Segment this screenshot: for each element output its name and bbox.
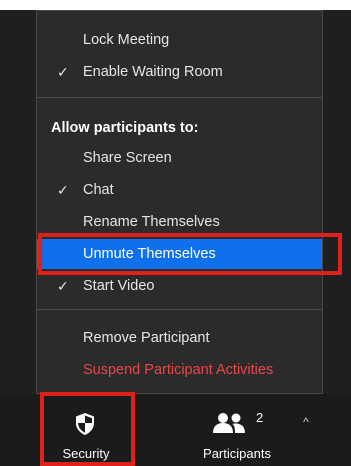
- security-label: Security: [62, 446, 110, 461]
- participants-button[interactable]: 2 Participants: [182, 400, 292, 466]
- suspend-participant-activities-label: Suspend Participant Activities: [83, 362, 274, 378]
- remove-participant-label: Remove Participant: [83, 330, 210, 346]
- checkmark-icon: ✓: [57, 278, 69, 294]
- zoom-security-screenshot: Lock Meeting ✓ Enable Waiting Room Allow…: [0, 0, 351, 466]
- chat-label: Chat: [83, 182, 114, 198]
- lock-meeting-label: Lock Meeting: [83, 32, 170, 48]
- menu-item-enable-waiting-room[interactable]: ✓ Enable Waiting Room: [37, 57, 322, 87]
- start-video-label: Start Video: [83, 278, 155, 294]
- menu-divider: [37, 309, 322, 310]
- security-menu: Lock Meeting ✓ Enable Waiting Room Allow…: [36, 10, 323, 394]
- menu-item-chat[interactable]: ✓ Chat: [37, 175, 322, 205]
- menu-item-share-screen[interactable]: Share Screen: [37, 143, 322, 173]
- menu-divider: [37, 97, 322, 98]
- menu-item-lock-meeting[interactable]: Lock Meeting: [37, 25, 322, 55]
- share-screen-label: Share Screen: [83, 150, 172, 166]
- participants-label: Participants: [203, 446, 271, 461]
- checkmark-icon: ✓: [57, 182, 69, 198]
- shield-icon: [74, 412, 96, 439]
- allow-participants-heading: Allow participants to:: [51, 120, 199, 136]
- meeting-area-left: [0, 10, 36, 394]
- people-icon: [212, 412, 248, 437]
- menu-item-suspend-participant-activities[interactable]: Suspend Participant Activities: [37, 355, 322, 385]
- checkmark-icon: ✓: [57, 64, 69, 80]
- menu-item-rename-themselves[interactable]: Rename Themselves: [37, 207, 322, 237]
- enable-waiting-room-label: Enable Waiting Room: [83, 64, 223, 80]
- unmute-themselves-label: Unmute Themselves: [83, 246, 216, 262]
- caret-up-icon[interactable]: ^: [296, 412, 316, 432]
- menu-item-unmute-themselves[interactable]: Unmute Themselves: [37, 239, 322, 269]
- security-button[interactable]: Security: [44, 400, 128, 466]
- meeting-area-right: [323, 10, 351, 394]
- rename-themselves-label: Rename Themselves: [83, 214, 220, 230]
- menu-item-remove-participant[interactable]: Remove Participant: [37, 323, 322, 353]
- meeting-toolbar: Security 2 Participants ^: [0, 394, 351, 466]
- participants-count: 2: [256, 410, 264, 425]
- menu-item-start-video[interactable]: ✓ Start Video: [37, 271, 322, 301]
